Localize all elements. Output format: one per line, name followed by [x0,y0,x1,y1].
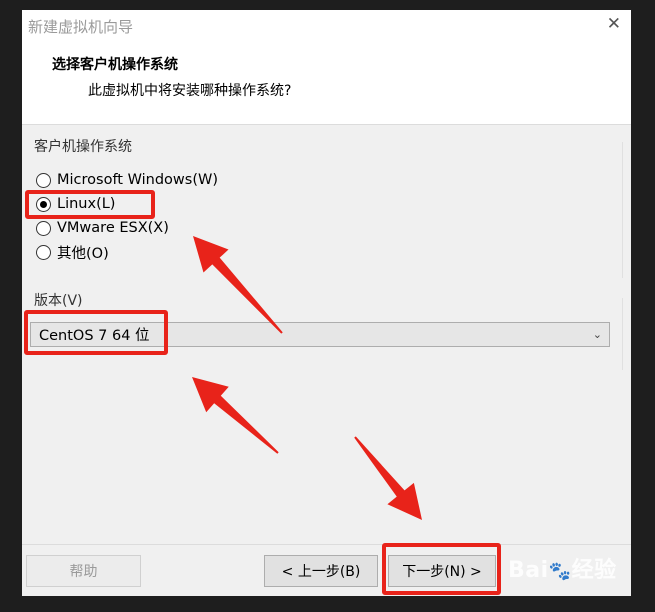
arrow-to-linux [193,236,283,334]
watermark-text: Bai [508,558,549,583]
watermark-logo: Bai🐾经验 [508,552,617,584]
paw-icon: 🐾 [548,561,572,582]
arrow-to-next [354,436,422,520]
annotation-arrows [192,236,422,520]
watermark-text-2: 经验 [571,558,617,583]
arrow-to-version [192,377,279,454]
